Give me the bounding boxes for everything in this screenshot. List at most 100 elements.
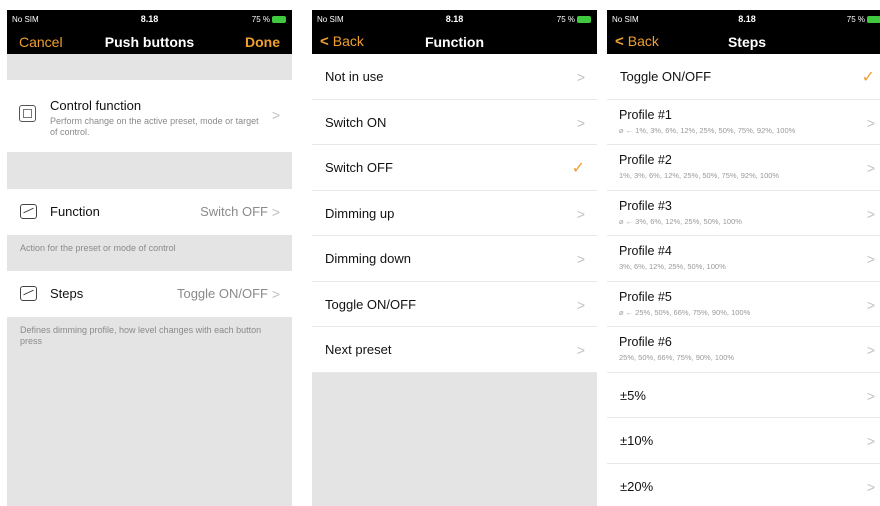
list-item-label: Profile #3 [619, 198, 672, 213]
list-item[interactable]: Toggle ON/OFF ✓ [607, 54, 880, 100]
list-item[interactable]: Dimming down > [312, 236, 597, 282]
battery-icon [867, 16, 880, 23]
control-function-row[interactable]: Control function Perform change on the a… [7, 80, 292, 152]
function-footnote: Action for the preset or mode of control [7, 235, 292, 271]
clock: 8.18 [445, 14, 464, 24]
control-function-description: Perform change on the active preset, mod… [50, 116, 259, 137]
chevron-right-icon: > [866, 342, 875, 358]
steps-footnote: Defines dimming profile, how level chang… [7, 317, 292, 355]
list-item[interactable]: Profile #1 ⌀ ← 1%, 3%, 6%, 12%, 25%, 50%,… [607, 99, 880, 145]
navigation-bar: < Back Function [312, 29, 597, 54]
chevron-right-icon: > [866, 114, 875, 131]
battery-indicator: 75 % [557, 15, 591, 24]
chevron-right-icon: > [271, 204, 280, 220]
list-item[interactable]: Switch ON > [312, 99, 597, 145]
list-item-label: Toggle ON/OFF [620, 69, 712, 84]
dimming-curve-icon [20, 286, 37, 301]
list-item-label: Next preset [325, 342, 392, 357]
navigation-bar: Cancel Push buttons Done [7, 29, 292, 54]
chevron-right-icon: > [576, 69, 585, 85]
chevron-right-icon: > [271, 286, 280, 302]
chevron-right-icon: > [576, 114, 585, 131]
list-item-label: Profile #1 [619, 107, 672, 122]
chevron-right-icon: > [866, 160, 875, 176]
list-item[interactable]: Profile #2 1%, 3%, 6%, 12%, 25%, 50%, 75%… [607, 145, 880, 191]
battery-icon [577, 16, 591, 23]
chevron-right-icon: > [576, 296, 585, 313]
chevron-right-icon: > [576, 205, 585, 222]
list-item-label: Switch ON [325, 114, 387, 130]
list-item-label: Profile #5 [619, 289, 672, 304]
list-item[interactable]: ±20% > [607, 463, 880, 506]
steps-value: Toggle ON/OFF [176, 286, 268, 301]
status-bar: No SIM 8.18 75 % [607, 10, 880, 29]
control-function-title: Control function [50, 98, 142, 113]
list-item-sublabel: 3%, 6%, 12%, 25%, 50%, 100% [619, 262, 726, 271]
function-row[interactable]: Function Switch OFF > [7, 189, 292, 235]
chevron-right-icon: > [866, 205, 875, 222]
steps-options-list: Toggle ON/OFF ✓ Profile #1 ⌀ ← 1%, 3%, 6%, … [607, 54, 880, 506]
list-item-label: Not in use [325, 69, 384, 84]
chevron-right-icon: > [271, 107, 280, 123]
control-function-icon [19, 105, 36, 122]
steps-screen: No SIM 8.18 75 % < Back Steps Toggle ON/O… [607, 10, 880, 506]
function-screen: No SIM 8.18 75 % < Back Function Not in u… [312, 10, 597, 506]
list-item[interactable]: ±5% > [607, 372, 880, 418]
chevron-right-icon: > [576, 342, 585, 358]
list-item[interactable]: Next preset > [312, 327, 597, 373]
list-item-label: Dimming up [325, 205, 395, 221]
list-item-label: Profile #6 [619, 335, 672, 349]
clock: 8.18 [140, 14, 159, 24]
page-title: Steps [727, 34, 767, 50]
done-button[interactable]: Done [245, 34, 280, 50]
list-item-label: Toggle ON/OFF [325, 296, 417, 312]
list-item[interactable]: Toggle ON/OFF > [312, 281, 597, 327]
battery-indicator: 75 % [252, 15, 286, 24]
list-item[interactable]: ±10% > [607, 418, 880, 464]
list-item-label: Profile #2 [619, 153, 672, 167]
list-item-label: ±20% [620, 478, 654, 494]
list-item[interactable]: Profile #4 3%, 6%, 12%, 25%, 50%, 100% > [607, 236, 880, 282]
list-item[interactable]: Profile #5 ⌀ ← 25%, 50%, 66%, 75%, 90%, 1… [607, 281, 880, 327]
list-item[interactable]: Profile #6 25%, 50%, 66%, 75%, 90%, 100% > [607, 327, 880, 373]
page-title: Function [424, 34, 485, 50]
list-item-label: ±10% [620, 433, 654, 448]
clock: 8.18 [738, 14, 756, 24]
dimming-curve-icon [20, 204, 37, 219]
push-buttons-screen: No SIM 8.18 75 % Cancel Push buttons Don… [7, 10, 292, 506]
section-spacer [7, 54, 292, 80]
list-item-sublabel: ⌀ ← 3%, 6%, 12%, 25%, 50%, 100% [619, 216, 742, 226]
function-options-list: Not in use > Switch ON > Switch OFF ✓ Dimming … [312, 54, 597, 373]
list-item-label: Switch OFF [325, 160, 393, 175]
steps-label: Steps [50, 286, 84, 301]
checkmark-icon: ✓ [861, 69, 875, 86]
chevron-right-icon: > [866, 296, 875, 313]
list-item-sublabel: ⌀ ← 1%, 3%, 6%, 12%, 25%, 50%, 75%, 92%,… [619, 125, 796, 135]
status-bar: No SIM 8.18 75 % [7, 10, 292, 29]
battery-icon [272, 16, 286, 23]
list-item-sublabel: 1%, 3%, 6%, 12%, 25%, 50%, 75%, 92%, 100… [619, 171, 780, 180]
battery-level: 75 % [251, 15, 270, 24]
function-label: Function [50, 204, 100, 219]
steps-row[interactable]: Steps Toggle ON/OFF > [7, 271, 292, 317]
list-item-label: Dimming down [325, 251, 411, 266]
chevron-right-icon: > [576, 251, 585, 267]
chevron-right-icon: > [866, 387, 875, 404]
list-item-label: Profile #4 [619, 244, 672, 258]
status-bar: No SIM 8.18 75 % [312, 10, 597, 29]
checkmark-icon: ✓ [571, 160, 585, 177]
list-item[interactable]: Profile #3 ⌀ ← 3%, 6%, 12%, 25%, 50%, 100… [607, 190, 880, 236]
battery-indicator: 75 % [847, 15, 880, 24]
chevron-right-icon: > [866, 251, 875, 267]
list-item[interactable]: Dimming up > [312, 190, 597, 236]
list-item[interactable]: Not in use > [312, 54, 597, 100]
list-item-sublabel: 25%, 50%, 66%, 75%, 90%, 100% [619, 353, 735, 362]
list-item[interactable]: Switch OFF ✓ [312, 145, 597, 191]
chevron-right-icon: > [866, 478, 875, 495]
navigation-bar: < Back Steps [607, 29, 880, 54]
list-item-label: ±5% [620, 387, 646, 403]
battery-level: 75 % [846, 15, 865, 24]
battery-level: 75 % [556, 15, 575, 24]
chevron-right-icon: > [866, 433, 875, 449]
